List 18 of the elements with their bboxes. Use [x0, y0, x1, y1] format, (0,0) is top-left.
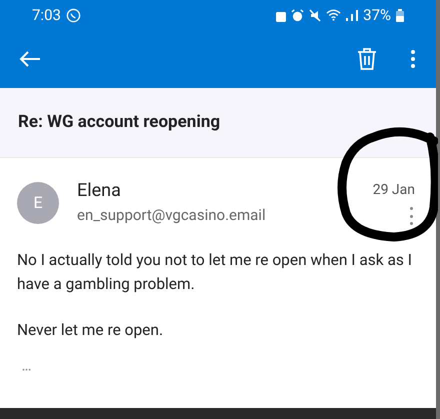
message-paragraph: Never let me re open. [17, 320, 164, 341]
status-time: 7:03 [32, 4, 61, 26]
email-subject: Re: WG account reopening [18, 110, 220, 134]
signal-icon [346, 9, 358, 21]
sender-avatar: E [17, 182, 59, 224]
delete-button[interactable] [356, 46, 378, 72]
mute-icon [309, 8, 322, 22]
alarm-icon [291, 8, 304, 22]
show-more-button[interactable]: ••• [22, 365, 32, 377]
message-paragraph: No I actually told you not to let me re open when I ask as I have a gambling problem. [17, 250, 413, 295]
sender-name: Elena [77, 179, 122, 203]
message-date: 29 Jan [372, 181, 415, 200]
message-options-button[interactable] [408, 207, 414, 225]
battery-percent: 37% [363, 4, 391, 26]
chat-icon [66, 8, 81, 22]
battery-icon [396, 8, 404, 22]
wifi-icon [326, 9, 342, 21]
sender-address: en_support@vgcasino.email [77, 205, 267, 226]
